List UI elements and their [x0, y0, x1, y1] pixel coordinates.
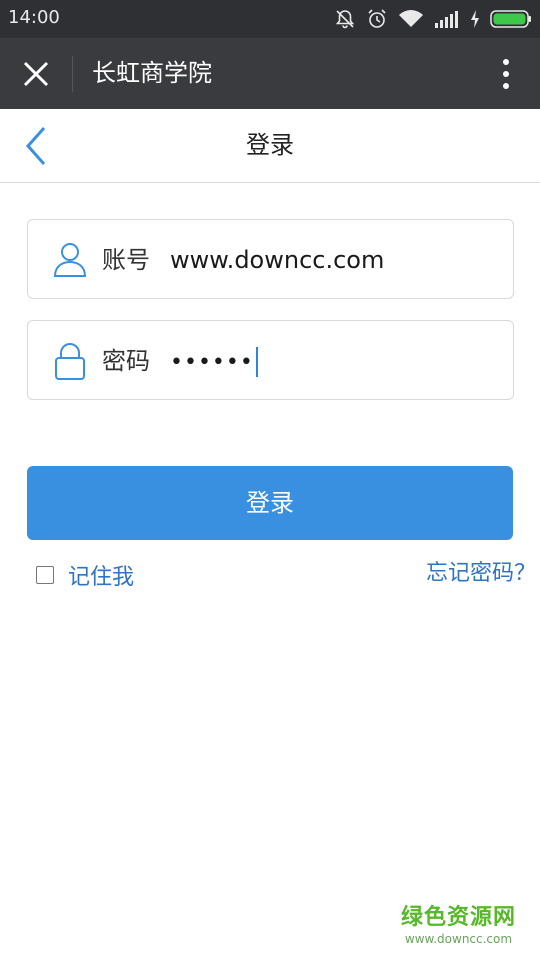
account-input[interactable]: www.downcc.com: [170, 242, 384, 278]
app-bar: 长虹商学院: [0, 38, 540, 109]
close-icon: [23, 61, 49, 87]
battery-icon: [490, 10, 531, 28]
forgot-password-link[interactable]: 忘记密码？: [426, 559, 536, 589]
app-title: 长虹商学院: [92, 59, 212, 87]
page-title: 登录: [246, 131, 294, 159]
signal-icon: [435, 11, 458, 28]
watermark-text: 绿色资源网: [400, 905, 516, 930]
page-header: 登录: [0, 109, 540, 183]
login-button[interactable]: 登录: [27, 466, 513, 540]
remember-label[interactable]: 记住我: [68, 559, 134, 591]
watermark: 绿色资源网 www.downcc.com: [401, 904, 516, 946]
password-dots: ••••••: [170, 350, 254, 375]
more-menu-button[interactable]: [490, 52, 522, 96]
alarm-icon: [368, 9, 386, 28]
app-bar-divider: [72, 56, 73, 92]
wifi-icon: [399, 10, 423, 27]
password-label: 密码: [102, 347, 150, 375]
watermark-url: www.downcc.com: [404, 932, 513, 946]
password-field[interactable]: 密码 ••••••: [27, 320, 514, 400]
charging-icon: [471, 10, 479, 28]
text-caret: [255, 347, 258, 377]
status-time: 14:00: [8, 7, 60, 28]
bell-muted-icon: [335, 10, 355, 29]
more-vertical-icon: [503, 59, 509, 89]
remember-checkbox[interactable]: [36, 566, 54, 584]
close-button[interactable]: [12, 50, 60, 98]
password-input[interactable]: ••••••: [170, 343, 258, 381]
account-label: 账号: [102, 246, 150, 274]
user-icon: [53, 243, 87, 277]
lock-icon: [55, 343, 85, 380]
remember-me[interactable]: 记住我: [36, 560, 134, 590]
status-icons: [334, 8, 532, 30]
status-bar: 14:00: [0, 0, 540, 38]
account-field[interactable]: 账号 www.downcc.com: [27, 219, 514, 299]
